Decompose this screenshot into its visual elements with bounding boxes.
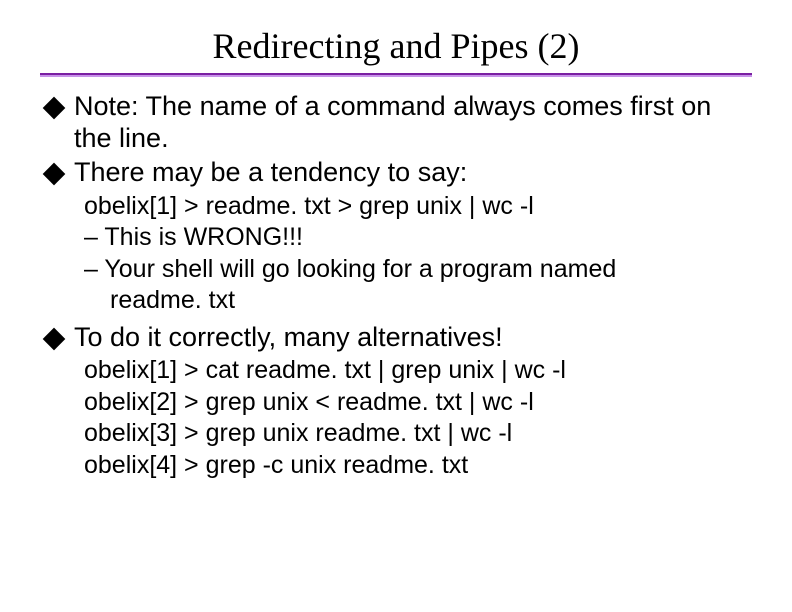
- sub-block: obelix[1] > cat readme. txt | grep unix …: [84, 355, 746, 480]
- code-line: obelix[2] > grep unix < readme. txt | wc…: [84, 387, 746, 418]
- title-underline: [40, 73, 752, 77]
- code-line: obelix[1] > cat readme. txt | grep unix …: [84, 355, 746, 386]
- sub-block: obelix[1] > readme. txt > grep unix | wc…: [84, 191, 746, 316]
- diamond-bullet-icon: [43, 327, 66, 350]
- code-line: obelix[3] > grep unix readme. txt | wc -…: [84, 418, 746, 449]
- sub-line: – Your shell will go looking for a progr…: [84, 254, 746, 285]
- diamond-bullet-icon: [43, 162, 66, 185]
- bullet-item: There may be a tendency to say:: [46, 157, 746, 189]
- bullet-text: Note: The name of a command always comes…: [74, 91, 746, 155]
- code-line: obelix[1] > readme. txt > grep unix | wc…: [84, 191, 746, 222]
- bullet-text: To do it correctly, many alternatives!: [74, 322, 746, 354]
- bullet-text: There may be a tendency to say:: [74, 157, 746, 189]
- slide-body: Note: The name of a command always comes…: [40, 91, 752, 480]
- bullet-item: Note: The name of a command always comes…: [46, 91, 746, 155]
- sub-line: – This is WRONG!!!: [84, 222, 746, 253]
- slide-title: Redirecting and Pipes (2): [40, 25, 752, 67]
- bullet-item: To do it correctly, many alternatives!: [46, 322, 746, 354]
- code-line: obelix[4] > grep -c unix readme. txt: [84, 450, 746, 481]
- sub-line-cont: readme. txt: [84, 285, 746, 316]
- diamond-bullet-icon: [43, 97, 66, 120]
